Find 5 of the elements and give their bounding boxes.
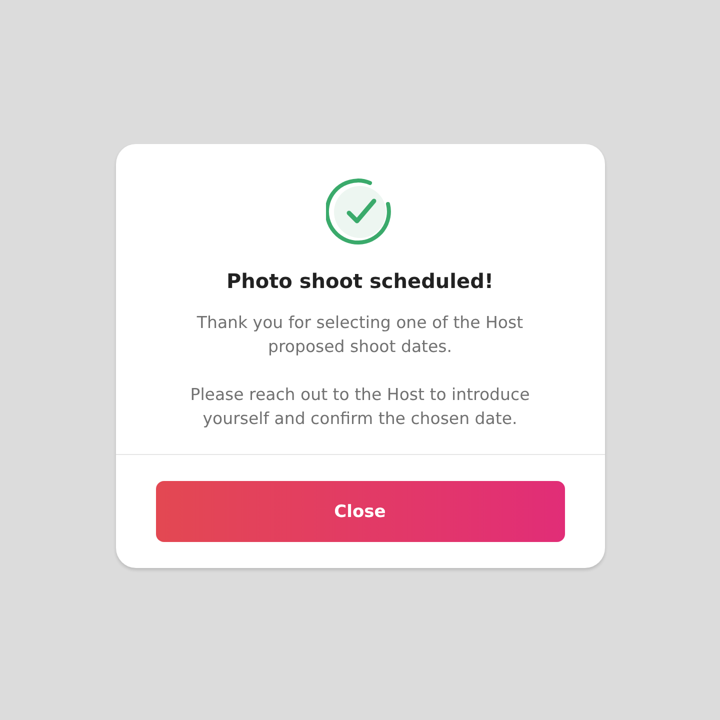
dialog-title: Photo shoot scheduled! [226, 269, 494, 293]
message-text: Please reach out to the Host to introduce yourself and confirm the chosen date. [189, 384, 531, 430]
check-icon [326, 178, 394, 246]
close-button[interactable]: Close [156, 481, 564, 542]
message-text: Thank you for selecting one of the Host proposed shoot dates. [196, 312, 524, 358]
